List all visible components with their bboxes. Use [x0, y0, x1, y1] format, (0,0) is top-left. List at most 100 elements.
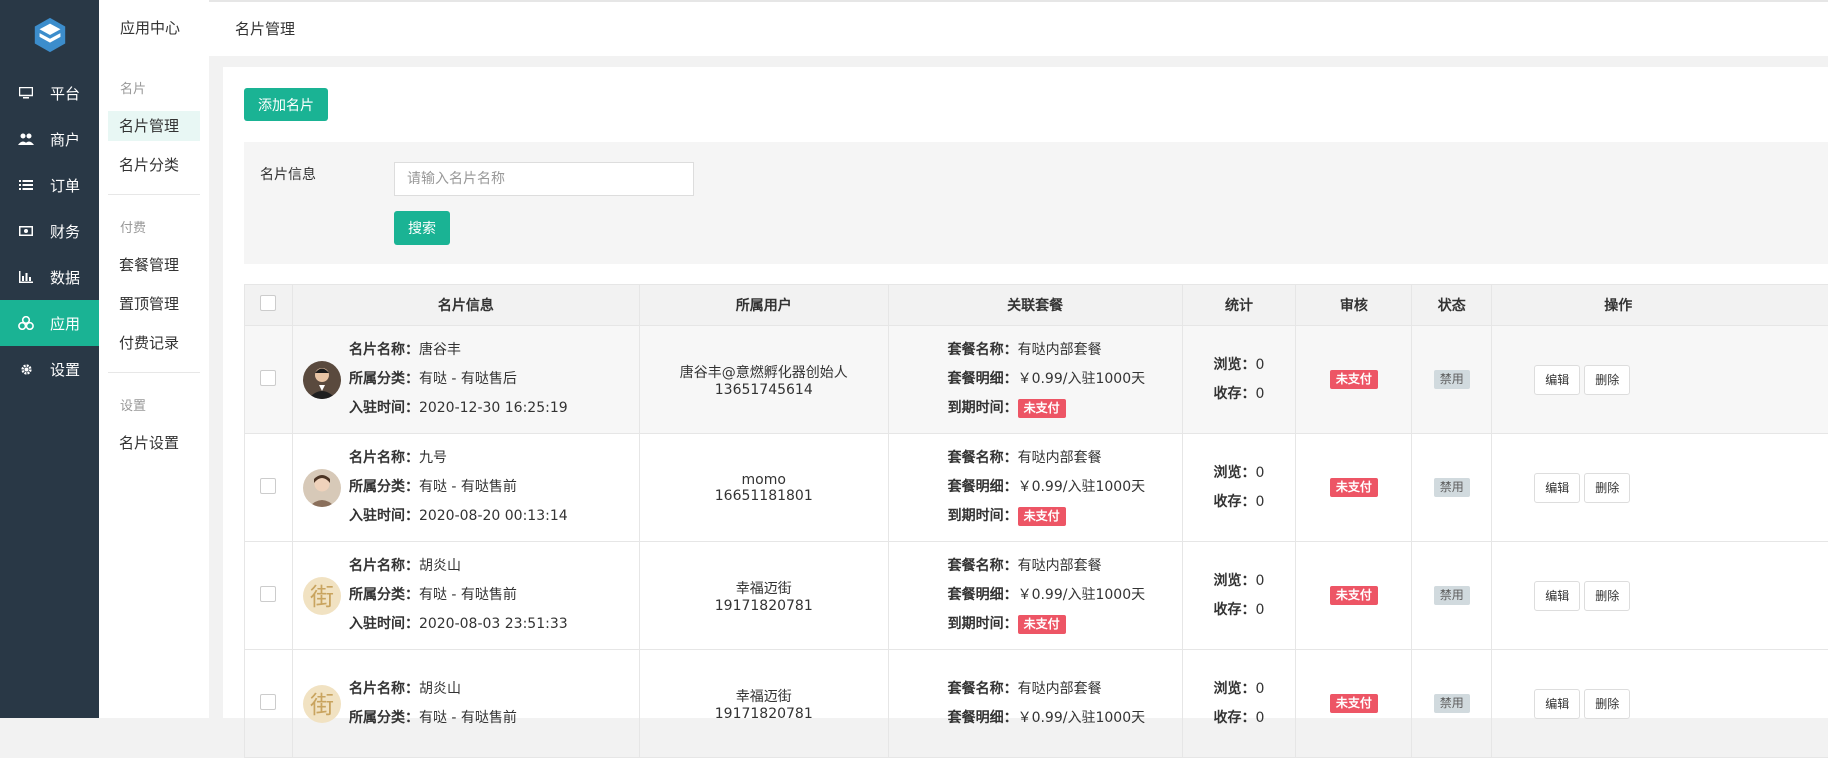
- joined-time: 2020-08-03 23:51:33: [419, 616, 568, 632]
- col-header-user: 所属用户: [639, 285, 888, 326]
- select-cell: [245, 434, 293, 542]
- row-checkbox[interactable]: [260, 586, 276, 602]
- stats-cell: 浏览：0收存：0: [1182, 542, 1296, 650]
- package-detail-label: 套餐明细：: [948, 587, 1018, 603]
- edit-button[interactable]: 编辑: [1534, 473, 1580, 503]
- gear-icon: [18, 361, 34, 377]
- user-cell: 幸福迈街19171820781: [639, 542, 888, 650]
- add-card-button[interactable]: 添加名片: [244, 88, 328, 121]
- favorites-count: 0: [1255, 386, 1264, 402]
- bar-chart-icon: [18, 269, 34, 285]
- expire-label: 到期时间：: [948, 508, 1018, 524]
- nav-item-6[interactable]: 设置: [0, 346, 99, 392]
- nav-item-label: 数据: [50, 267, 80, 288]
- name-label: 名片名称：: [349, 681, 419, 697]
- name-label: 名片名称：: [349, 450, 419, 466]
- card-name: 胡炎山: [419, 558, 461, 574]
- user-cell: momo16651181801: [639, 434, 888, 542]
- money-icon: [18, 223, 34, 239]
- expire-label: 到期时间：: [948, 616, 1018, 632]
- nav-item-2[interactable]: 订单: [0, 162, 99, 208]
- edit-button[interactable]: 编辑: [1534, 365, 1580, 395]
- search-button[interactable]: 搜索: [394, 211, 450, 245]
- logo[interactable]: [0, 0, 99, 70]
- delete-button[interactable]: 删除: [1584, 365, 1630, 395]
- edit-button[interactable]: 编辑: [1534, 581, 1580, 611]
- card-name: 唐谷丰: [419, 342, 461, 358]
- expire-badge: 未支付: [1018, 507, 1066, 526]
- expire-badge: 未支付: [1018, 615, 1066, 634]
- edit-button[interactable]: 编辑: [1534, 689, 1580, 719]
- nav-item-label: 财务: [50, 221, 80, 242]
- primary-nav: 平台商户订单财务数据应用设置: [0, 0, 99, 718]
- expire-badge: 未支付: [1018, 399, 1066, 418]
- card-table: 名片信息 所属用户 关联套餐 统计 审核 状态 操作 名片名称：唐谷丰所属分类：…: [244, 284, 1828, 758]
- subnav-divider: [108, 194, 200, 195]
- filter-panel: 名片信息 搜索: [244, 142, 1828, 264]
- review-cell: 未支付: [1296, 650, 1412, 758]
- package-cell: 套餐名称：有哒内部套餐套餐明细：￥0.99/入驻1000天到期时间：未支付: [888, 434, 1182, 542]
- list-icon: [18, 177, 34, 193]
- card-info-cell: 街名片名称：胡炎山所属分类：有哒 - 有哒售前入驻时间：2020-08-03 2…: [292, 542, 639, 650]
- favorites-count: 0: [1255, 494, 1264, 510]
- delete-button[interactable]: 删除: [1584, 473, 1630, 503]
- package-name-label: 套餐名称：: [948, 342, 1018, 358]
- delete-button[interactable]: 删除: [1584, 581, 1630, 611]
- views-count: 0: [1255, 357, 1264, 373]
- nav-item-label: 应用: [50, 313, 80, 334]
- card-category: 有哒 - 有哒售前: [419, 479, 517, 495]
- nav-item-4[interactable]: 数据: [0, 254, 99, 300]
- nav-item-5[interactable]: 应用: [0, 300, 99, 346]
- nav-item-3[interactable]: 财务: [0, 208, 99, 254]
- views-count: 0: [1255, 681, 1264, 697]
- actions-cell: 编辑删除: [1492, 542, 1828, 650]
- status-cell: 禁用: [1412, 542, 1492, 650]
- subnav-item[interactable]: 付费记录: [108, 328, 200, 358]
- svg-text:街: 街: [310, 691, 334, 719]
- stats-cell: 浏览：0收存：0: [1182, 434, 1296, 542]
- row-checkbox[interactable]: [260, 694, 276, 710]
- views-count: 0: [1255, 573, 1264, 589]
- name-label: 名片名称：: [349, 558, 419, 574]
- stats-cell: 浏览：0收存：0: [1182, 326, 1296, 434]
- col-header-info: 名片信息: [292, 285, 639, 326]
- user-phone: 13651745614: [640, 382, 888, 398]
- name-label: 名片名称：: [349, 342, 419, 358]
- subnav-item[interactable]: 置顶管理: [108, 289, 200, 319]
- user-name: 幸福迈街: [640, 578, 888, 598]
- user-phone: 19171820781: [640, 598, 888, 614]
- select-all-checkbox[interactable]: [260, 295, 276, 311]
- review-cell: 未支付: [1296, 542, 1412, 650]
- row-checkbox[interactable]: [260, 370, 276, 386]
- actions-cell: 编辑删除: [1492, 326, 1828, 434]
- user-name: 唐谷丰@意燃孵化器创始人: [640, 362, 888, 382]
- package-name-label: 套餐名称：: [948, 681, 1018, 697]
- subnav-item[interactable]: 名片分类: [108, 150, 200, 180]
- card-name: 胡炎山: [419, 681, 461, 697]
- subnav-item[interactable]: 名片设置: [108, 428, 200, 458]
- review-badge: 未支付: [1330, 694, 1378, 713]
- review-badge: 未支付: [1330, 478, 1378, 497]
- nav-item-0[interactable]: 平台: [0, 70, 99, 116]
- joined-time: 2020-12-30 16:25:19: [419, 400, 568, 416]
- subnav-item[interactable]: 名片管理: [108, 111, 200, 141]
- table-header-row: 名片信息 所属用户 关联套餐 统计 审核 状态 操作: [245, 285, 1828, 326]
- subnav-item[interactable]: 套餐管理: [108, 250, 200, 280]
- card-name-input[interactable]: [394, 162, 694, 196]
- package-detail: ￥0.99/入驻1000天: [1018, 473, 1123, 502]
- views-count: 0: [1255, 465, 1264, 481]
- status-badge: 禁用: [1434, 370, 1470, 389]
- status-badge: 禁用: [1434, 694, 1470, 713]
- row-checkbox[interactable]: [260, 478, 276, 494]
- svg-text:街: 街: [310, 583, 334, 611]
- select-all-cell: [245, 285, 293, 326]
- package-cell: 套餐名称：有哒内部套餐套餐明细：￥0.99/入驻1000天到期时间：未支付: [888, 542, 1182, 650]
- actions-cell: 编辑删除: [1492, 650, 1828, 758]
- status-badge: 禁用: [1434, 586, 1470, 605]
- table-row: 街名片名称：胡炎山所属分类：有哒 - 有哒售前幸福迈街19171820781套餐…: [245, 650, 1828, 758]
- nav-item-1[interactable]: 商户: [0, 116, 99, 162]
- views-label: 浏览：: [1213, 681, 1255, 697]
- package-name-label: 套餐名称：: [948, 558, 1018, 574]
- delete-button[interactable]: 删除: [1584, 689, 1630, 719]
- card-category: 有哒 - 有哒售后: [419, 371, 517, 387]
